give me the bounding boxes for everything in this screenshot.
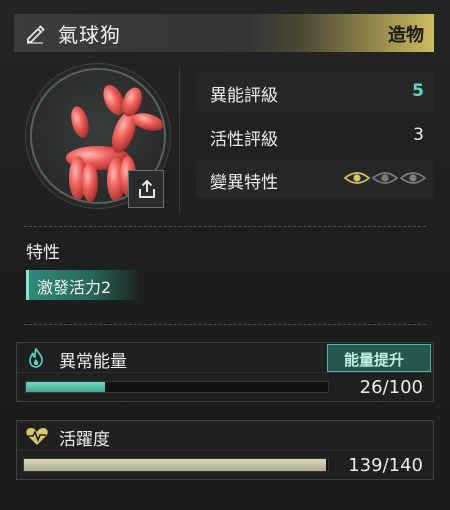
activity-value: 139/140 (348, 455, 423, 476)
energy-value: 26/100 (359, 377, 423, 398)
activity-label: 活躍度 (59, 430, 110, 450)
eye-icon (400, 172, 426, 184)
eye-icon (372, 172, 398, 184)
boost-label: 能量提升 (344, 351, 405, 369)
export-button[interactable] (128, 170, 164, 208)
divider (24, 324, 426, 325)
stat-value: 5 (412, 81, 424, 101)
export-icon (139, 179, 155, 198)
type-label: 造物 (388, 25, 424, 46)
stat-value: 3 (413, 125, 424, 145)
pencil-icon[interactable] (24, 22, 46, 44)
flame-icon (29, 347, 43, 368)
stat-activity-rating: 活性評級 3 (196, 117, 434, 155)
stat-ability-rating: 異能評級 5 (196, 73, 434, 111)
divider (24, 226, 426, 227)
creature-panel: 氣球狗 造物 異能評級 5 活性評級 3 變異特性 特性 激發活力2 異常能量 … (0, 0, 450, 510)
portrait-divider (179, 66, 180, 212)
activity-section: 活躍度 139/140 (16, 420, 434, 480)
activity-bar-fill (24, 459, 326, 471)
energy-label: 異常能量 (59, 352, 127, 372)
energy-section: 異常能量 能量提升 26/100 (16, 342, 434, 402)
stat-label: 活性評級 (210, 130, 278, 150)
traits-heading: 特性 (26, 243, 60, 263)
activity-header: 活躍度 (17, 421, 433, 451)
energy-header: 異常能量 能量提升 (17, 343, 433, 373)
heart-pulse-icon (26, 428, 48, 445)
trait-chip[interactable]: 激發活力2 (26, 270, 138, 300)
energy-boost-button[interactable]: 能量提升 (327, 344, 431, 372)
stat-label: 異能評級 (210, 86, 278, 106)
creature-name: 氣球狗 (58, 23, 121, 47)
stat-label: 變異特性 (210, 173, 278, 193)
activity-bar (23, 458, 329, 472)
energy-bar (25, 381, 329, 393)
energy-bar-fill (26, 382, 105, 392)
eye-icon-active (344, 172, 370, 184)
stat-mutation-traits[interactable]: 變異特性 (196, 160, 434, 198)
mutation-eyes (344, 170, 426, 186)
header-bar: 氣球狗 造物 (14, 14, 434, 52)
trait-label: 激發活力2 (37, 278, 112, 297)
